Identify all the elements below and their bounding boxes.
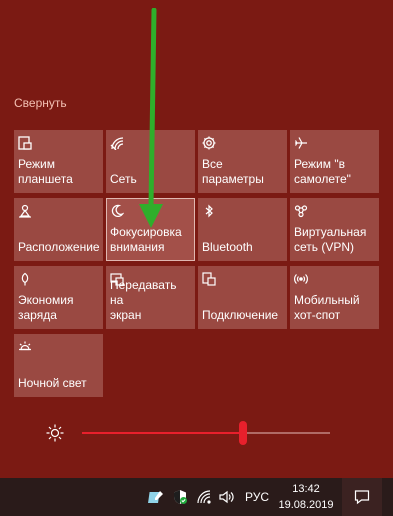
action-center-button[interactable]: [342, 478, 382, 516]
location-icon: [18, 204, 32, 218]
vpn-icon: [294, 204, 308, 218]
tile-label: Виртуальная сеть (VPN): [294, 225, 367, 254]
wifi-icon[interactable]: [196, 489, 212, 505]
tile-network[interactable]: Сеть: [106, 130, 195, 193]
tile-label: Передавать на экран: [110, 278, 177, 322]
brightness-slider[interactable]: [82, 420, 330, 446]
taskbar-clock[interactable]: 13:42 19.08.2019: [278, 481, 334, 513]
brightness-icon: [46, 424, 64, 442]
tile-bluetooth[interactable]: Bluetooth: [198, 198, 287, 261]
tile-label: Все параметры: [202, 157, 264, 186]
tile-all-settings[interactable]: Все параметры: [198, 130, 287, 193]
battery-saver-icon: [18, 272, 32, 286]
network-icon: [110, 136, 124, 150]
tile-label: Сеть: [110, 172, 137, 186]
tile-label: Расположение: [18, 240, 100, 254]
slider-thumb[interactable]: [239, 421, 247, 445]
mobile-hotspot-icon: [294, 272, 308, 286]
tile-label: Экономия заряда: [18, 293, 74, 322]
moon-icon: [110, 204, 124, 218]
airplane-icon: [294, 136, 308, 150]
tile-label: Bluetooth: [202, 240, 253, 254]
tile-battery-saver[interactable]: Экономия заряда: [14, 266, 103, 329]
volume-icon[interactable]: [218, 489, 234, 505]
language-indicator[interactable]: РУС: [245, 490, 269, 504]
tile-tablet-mode[interactable]: Режим планшета: [14, 130, 103, 193]
notification-icon: [354, 490, 370, 505]
tile-label: Ночной свет: [18, 376, 87, 390]
annotation-arrow: [139, 8, 163, 228]
clock-date: 19.08.2019: [278, 499, 334, 511]
tile-vpn[interactable]: Виртуальная сеть (VPN): [290, 198, 379, 261]
tile-label: Подключение: [202, 308, 279, 322]
settings-gear-icon: [202, 136, 216, 150]
tile-focus-assist[interactable]: Фокусировка внимания: [106, 198, 195, 261]
defender-shield-icon[interactable]: [172, 489, 188, 505]
action-center-panel: Свернуть Режим планшета Сеть Все парамет…: [0, 0, 393, 478]
tile-mobile-hotspot[interactable]: Мобильный хот-спот: [290, 266, 379, 329]
tile-connect[interactable]: Подключение: [198, 266, 287, 329]
tile-airplane-mode[interactable]: Режим "в самолете": [290, 130, 379, 193]
night-light-icon: [18, 340, 32, 354]
connect-icon: [202, 272, 216, 286]
tile-label: Мобильный хот-спот: [294, 293, 360, 322]
tile-night-light[interactable]: Ночной свет: [14, 334, 103, 397]
bluetooth-icon: [202, 204, 216, 218]
slider-fill: [82, 432, 243, 434]
windows-ink-icon[interactable]: [148, 489, 164, 505]
tablet-mode-icon: [18, 136, 32, 150]
tile-label: Режим планшета: [18, 157, 73, 186]
clock-time: 13:42: [292, 483, 320, 495]
tile-location[interactable]: Расположение: [14, 198, 103, 261]
collapse-link[interactable]: Свернуть: [14, 96, 67, 110]
tile-project[interactable]: Передавать на экран: [106, 266, 195, 329]
tile-label: Фокусировка внимания: [110, 225, 182, 254]
tile-label: Режим "в самолете": [294, 157, 351, 186]
taskbar: РУС 13:42 19.08.2019: [0, 478, 393, 516]
